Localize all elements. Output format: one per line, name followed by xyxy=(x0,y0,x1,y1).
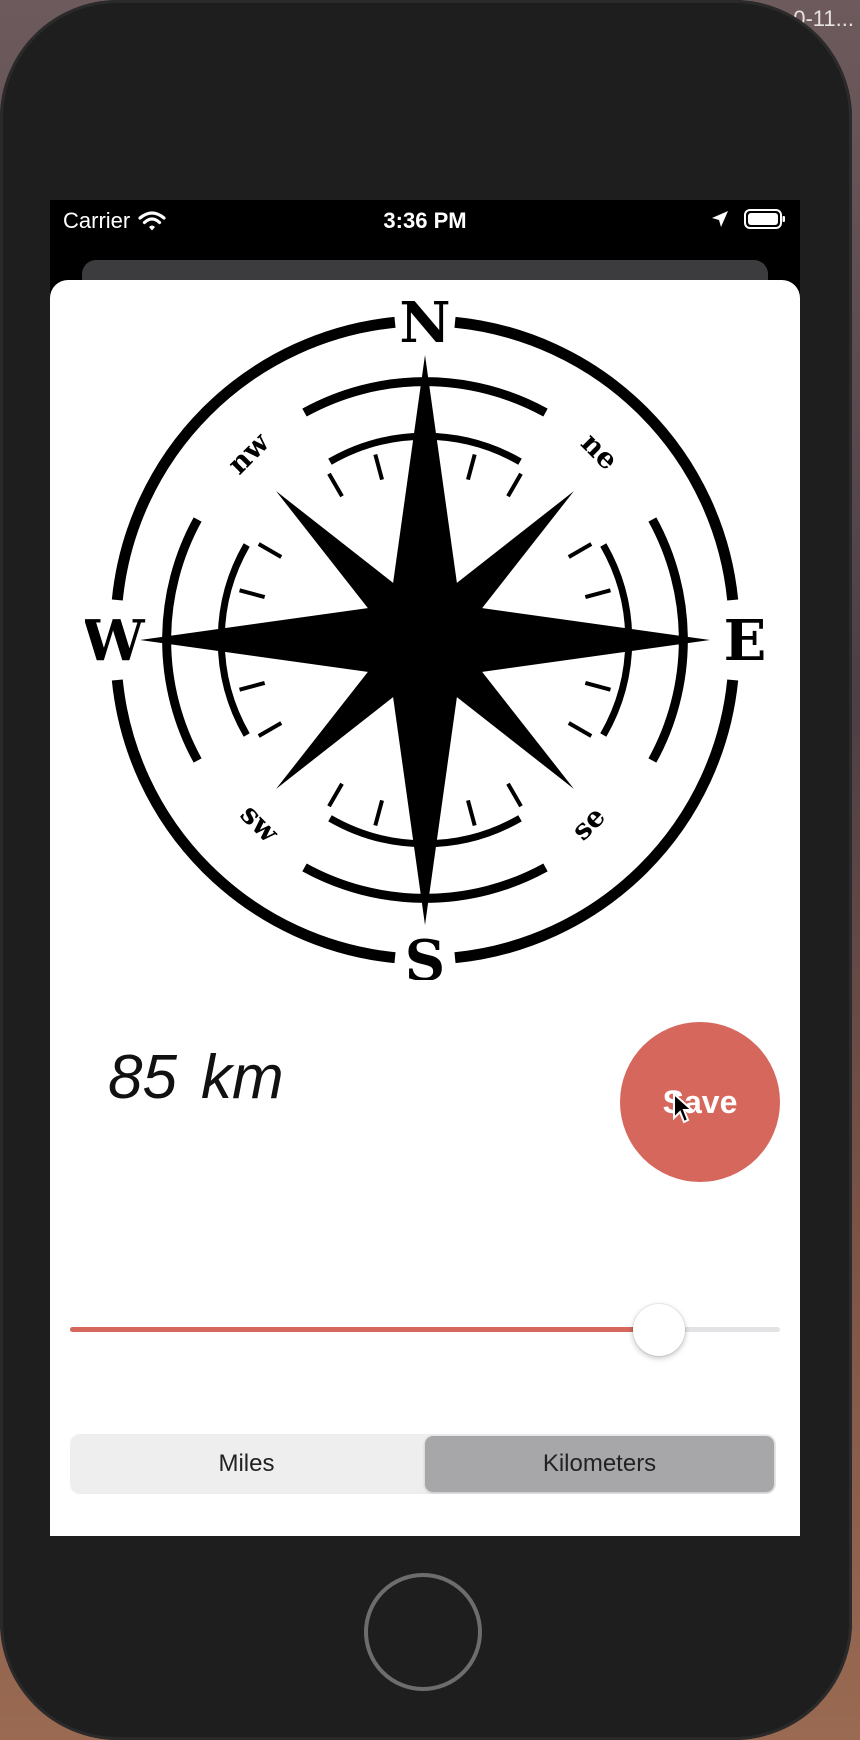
compass-tick xyxy=(327,782,344,808)
compass-tick xyxy=(239,588,266,599)
status-right-icons xyxy=(710,208,786,230)
distance-unit: km xyxy=(200,1043,284,1112)
compass-main-star xyxy=(140,355,710,925)
compass-label-nw: nw xyxy=(221,425,276,480)
battery-icon xyxy=(744,209,785,229)
mouse-pointer-icon xyxy=(673,1092,694,1124)
compass-rose-image: N S E W ne se sw nw xyxy=(85,300,765,980)
compass-label-e: E xyxy=(724,608,765,674)
compass-label-s: S xyxy=(405,928,445,980)
compass-label-n: N xyxy=(399,300,450,356)
compass-tick xyxy=(373,799,384,826)
iphone-device-frame: Carrier 3:36 PM N S E W ne se sw nw 85 k… xyxy=(0,0,852,1740)
compass-tick xyxy=(239,681,266,692)
compass-tick xyxy=(257,721,283,738)
compass-tick xyxy=(584,588,611,599)
status-time: 3:36 PM xyxy=(383,208,467,233)
slider-fill xyxy=(70,1327,660,1332)
slider-thumb[interactable] xyxy=(633,1304,686,1356)
location-arrow-icon xyxy=(712,211,728,227)
distance-readout: 85 km xyxy=(108,1042,284,1113)
compass-tick xyxy=(567,542,593,559)
device-screen: Carrier 3:36 PM N S E W ne se sw nw 85 k… xyxy=(50,200,800,1536)
distance-value: 85 xyxy=(108,1043,177,1112)
segment-kilometers[interactable]: Kilometers xyxy=(425,1436,774,1492)
compass-tick xyxy=(257,542,283,559)
compass-label-sw: sw xyxy=(234,798,286,850)
compass-tick xyxy=(506,782,523,808)
compass-label-ne: ne xyxy=(575,426,625,476)
modal-sheet: N S E W ne se sw nw 85 km Save Miles Kil… xyxy=(50,280,800,1536)
save-button[interactable]: Save xyxy=(620,1022,780,1182)
status-bar: Carrier 3:36 PM xyxy=(50,200,800,242)
compass-tick xyxy=(466,454,477,481)
compass-label-w: W xyxy=(85,608,146,674)
distance-slider[interactable] xyxy=(70,1302,780,1362)
unit-segmented-control: Miles Kilometers xyxy=(70,1434,776,1494)
compass-tick xyxy=(584,681,611,692)
compass-tick xyxy=(327,472,344,498)
home-button[interactable] xyxy=(364,1573,482,1691)
compass-tick xyxy=(506,472,523,498)
compass-label-se: se xyxy=(565,800,612,847)
compass-tick xyxy=(373,454,384,481)
compass-tick xyxy=(466,799,477,826)
compass-tick xyxy=(567,721,593,738)
segment-miles[interactable]: Miles xyxy=(72,1436,421,1492)
